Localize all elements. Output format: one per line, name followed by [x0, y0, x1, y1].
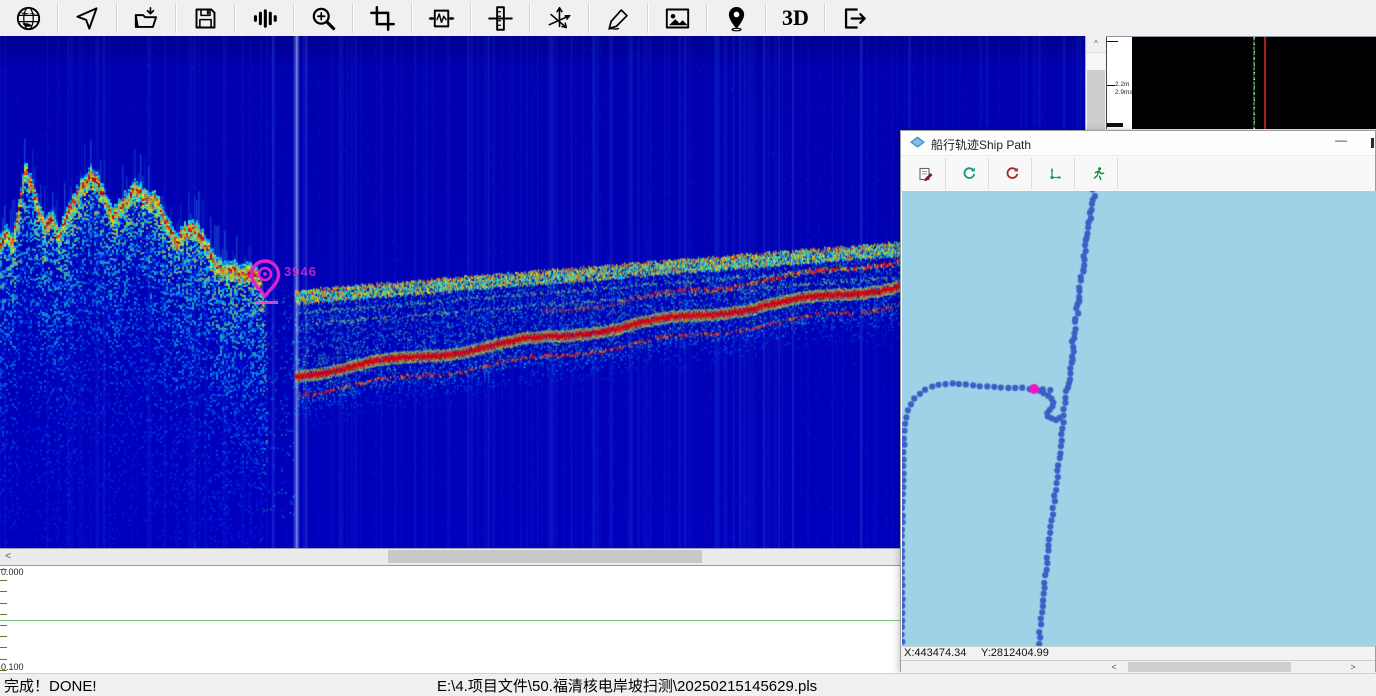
ship-toolbar-button-edit-log[interactable] [909, 159, 943, 188]
axis-arrow-icon [1047, 166, 1063, 182]
toolbar-separator [1117, 158, 1118, 189]
minimize-button[interactable]: — [1327, 133, 1355, 153]
amp-tick [0, 670, 7, 671]
toolbar-button-axes[interactable] [531, 1, 588, 35]
levels-icon [251, 5, 278, 32]
status-bar: 完成！DONE! E:\4.项目文件\50.福清核电岸坡扫测\202502151… [0, 673, 1376, 694]
toolbar-button-open-folder[interactable] [118, 1, 175, 35]
ship-path-toolbar [901, 156, 1375, 192]
cursor-icon [74, 5, 101, 32]
map-scroll-thumb[interactable] [1128, 662, 1291, 672]
toolbar-button-ruler[interactable] [472, 1, 529, 35]
toolbar-button-levels[interactable] [236, 1, 293, 35]
axes-icon [546, 5, 573, 32]
toolbar-button-export[interactable] [826, 1, 883, 35]
amp-tick [0, 647, 7, 648]
open-folder-icon [133, 5, 160, 32]
toolbar-button-globe[interactable] [0, 1, 57, 35]
ship-path-window[interactable]: 船行轨迹Ship Path — X:443474.34 Y:2812404.99… [900, 130, 1376, 672]
toolbar-button-crop[interactable] [354, 1, 411, 35]
ship-toolbar-button-rotate-red[interactable] [995, 159, 1029, 188]
scale-tick [1107, 123, 1123, 127]
location-pin-icon [723, 5, 750, 32]
horizontal-scroll-thumb[interactable] [388, 550, 702, 563]
scroll-left-button[interactable]: < [0, 549, 16, 564]
scale-tick [1107, 41, 1118, 42]
follow-ship-icon [1090, 166, 1106, 182]
coordinate-x: X:443474.34 [904, 647, 966, 659]
save-icon [192, 5, 219, 32]
signal-gate-icon [428, 5, 455, 32]
globe-icon [15, 5, 42, 32]
main-toolbar: 3D [0, 0, 1376, 37]
amp-tick [0, 569, 7, 570]
ascan-panel [1132, 37, 1376, 129]
amp-tick [0, 580, 7, 581]
image-icon [664, 5, 691, 32]
coordinate-y: Y:2812404.99 [981, 647, 1049, 659]
edit-log-icon [918, 166, 934, 182]
amp-tick [0, 625, 7, 626]
toolbar-button-location-pin[interactable] [708, 1, 765, 35]
toolbar-button-zoom-in[interactable] [295, 1, 352, 35]
amp-tick [0, 591, 7, 592]
scroll-up-button[interactable]: ^ [1086, 36, 1106, 53]
ship-toolbar-button-axis-arrow[interactable] [1038, 159, 1072, 188]
amp-tick [0, 636, 7, 637]
toolbar-separator [945, 158, 946, 189]
toolbar-separator [988, 158, 989, 189]
map-scroll-right-button[interactable]: > [1345, 661, 1361, 673]
rotate-red-icon [1004, 166, 1020, 182]
toolbar-button-signal-gate[interactable] [413, 1, 470, 35]
toolbar-button-annotate-pen[interactable] [590, 1, 647, 35]
crop-icon [369, 5, 396, 32]
toolbar-button-image[interactable] [649, 1, 706, 35]
ruler-icon [487, 5, 514, 32]
rotate-green-icon [961, 166, 977, 182]
ship-toolbar-button-follow-ship[interactable] [1081, 159, 1115, 188]
window-title: 船行轨迹Ship Path [931, 136, 1031, 153]
annotate-pen-icon [605, 5, 632, 32]
amp-tick [0, 614, 7, 615]
ascan-cursor-line [1264, 37, 1266, 129]
ascan-trace-dots [1254, 37, 1255, 129]
time-label: 2.9ms [1115, 89, 1133, 96]
amp-tick [0, 659, 7, 660]
ship-toolbar-button-rotate-green[interactable] [952, 159, 986, 188]
ship-path-titlebar[interactable]: 船行轨迹Ship Path — [901, 131, 1375, 156]
vertical-scroll-thumb[interactable] [1087, 70, 1105, 130]
amp-tick [0, 603, 7, 604]
ascan-depth-scale: 2.2m 2.9ms [1106, 37, 1133, 129]
depth-label: 2.2m [1115, 81, 1129, 88]
export-icon [841, 5, 868, 32]
ship-track-map[interactable] [902, 191, 1376, 646]
map-scroll-left-button[interactable]: < [1106, 661, 1122, 673]
threed-label: 3D [782, 5, 809, 31]
toolbar-separator [1031, 158, 1032, 189]
scale-tick [1107, 85, 1115, 86]
window-diamond-icon [910, 136, 925, 150]
zoom-in-icon [310, 5, 337, 32]
toolbar-separator [1074, 158, 1075, 189]
ship-path-statusbar: X:443474.34 Y:2812404.99 [901, 646, 1375, 660]
toolbar-button-cursor[interactable] [59, 1, 116, 35]
toolbar-button-threed[interactable]: 3D [767, 1, 824, 35]
ship-map-horizontal-scrollbar[interactable]: < > [901, 660, 1375, 673]
echogram-vertical-scrollbar[interactable]: ^ [1085, 36, 1106, 130]
toolbar-button-save[interactable] [177, 1, 234, 35]
maximize-button-partial[interactable] [1371, 138, 1374, 148]
